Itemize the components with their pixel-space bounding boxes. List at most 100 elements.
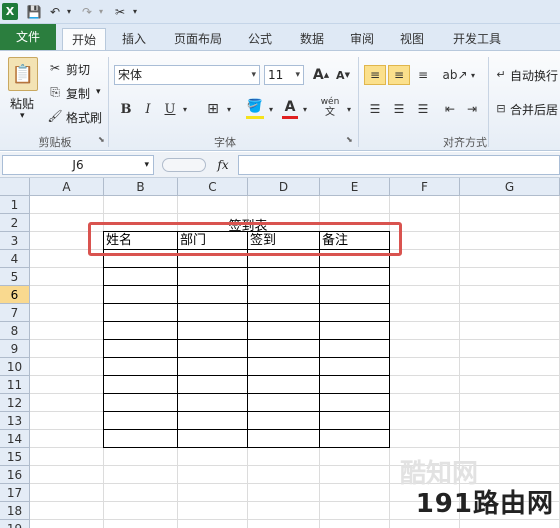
save-icon[interactable]: 💾 — [26, 3, 42, 20]
font-size-value: 11 — [268, 68, 284, 82]
chevron-down-icon[interactable]: ▾ — [144, 156, 149, 174]
row-header-3[interactable]: 3 — [0, 232, 30, 250]
increase-indent-icon[interactable]: ⇥ — [462, 99, 482, 119]
tab-view[interactable]: 视图 — [390, 28, 434, 51]
tab-home[interactable]: 开始 — [62, 28, 106, 52]
align-bottom-icon[interactable]: ≡ — [412, 65, 434, 85]
column-header-g[interactable]: G — [460, 178, 560, 196]
row-header-6[interactable]: 6 — [0, 286, 30, 304]
tools-icon[interactable]: ✂ — [112, 3, 128, 20]
customize-qat-icon[interactable]: ▾ — [130, 3, 140, 20]
copy-button[interactable]: 复制 — [66, 85, 90, 102]
italic-button[interactable]: I — [140, 99, 156, 119]
gridline — [30, 465, 560, 466]
font-color-icon[interactable]: A — [282, 97, 298, 119]
table-border — [103, 231, 104, 448]
table-border — [389, 231, 390, 448]
row-header-4[interactable]: 4 — [0, 250, 30, 268]
undo-dropdown-icon[interactable]: ▾ — [64, 3, 74, 20]
cut-icon: ✂ — [49, 61, 61, 75]
chevron-down-icon: ▾ — [295, 70, 300, 80]
name-box[interactable]: J6 ▾ — [2, 155, 154, 175]
fill-color-dropdown-icon[interactable]: ▾ — [266, 99, 276, 119]
annotation-highlight-box — [88, 222, 402, 256]
cut-button[interactable]: 剪切 — [66, 61, 90, 78]
quick-access-toolbar: X 💾 ↶ ▾ ↷ ▾ ✂ ▾ — [0, 0, 560, 24]
tab-file[interactable]: 文件 — [0, 24, 56, 51]
paste-dropdown-icon[interactable]: ▾ — [20, 111, 25, 121]
row-header-9[interactable]: 9 — [0, 340, 30, 358]
column-header-f[interactable]: F — [390, 178, 460, 196]
formula-input[interactable] — [238, 155, 560, 175]
align-middle-icon[interactable]: ≡ — [388, 65, 410, 85]
phonetic-dropdown-icon[interactable]: ▾ — [344, 99, 354, 119]
column-header-c[interactable]: C — [178, 178, 248, 196]
row-header-7[interactable]: 7 — [0, 304, 30, 322]
redo-icon[interactable]: ↷ — [80, 3, 94, 20]
row-header-13[interactable]: 13 — [0, 412, 30, 430]
row-header-8[interactable]: 8 — [0, 322, 30, 340]
insert-function-icon[interactable]: fx — [210, 155, 236, 175]
wrap-text-button[interactable]: 自动换行 — [510, 67, 558, 84]
table-border — [177, 231, 178, 448]
format-painter-button[interactable]: 格式刷 — [66, 109, 102, 126]
undo-icon[interactable]: ↶ — [48, 3, 62, 20]
phonetic-guide-icon[interactable]: wén 文 — [318, 97, 342, 119]
row-header-15[interactable]: 15 — [0, 448, 30, 466]
row-header-14[interactable]: 14 — [0, 430, 30, 448]
row-header-16[interactable]: 16 — [0, 466, 30, 484]
tab-review[interactable]: 审阅 — [340, 28, 384, 51]
font-color-dropdown-icon[interactable]: ▾ — [300, 99, 310, 119]
column-header-e[interactable]: E — [320, 178, 390, 196]
formula-bar-resize-handle[interactable] — [162, 158, 206, 172]
align-top-icon[interactable]: ≡ — [364, 65, 386, 85]
row-header-5[interactable]: 5 — [0, 268, 30, 286]
font-name-select[interactable]: 宋体 ▾ — [114, 65, 260, 85]
select-all-corner[interactable] — [0, 178, 30, 196]
align-left-icon[interactable]: ☰ — [364, 99, 386, 119]
align-center-icon[interactable]: ☰ — [388, 99, 410, 119]
row-header-17[interactable]: 17 — [0, 484, 30, 502]
font-launcher-icon[interactable]: ⬊ — [346, 135, 353, 144]
row-header-2[interactable]: 2 — [0, 214, 30, 232]
row-header-11[interactable]: 11 — [0, 376, 30, 394]
orientation-icon[interactable]: ab↗ — [442, 65, 467, 85]
tab-insert[interactable]: 插入 — [112, 28, 156, 51]
borders-icon[interactable]: ⊞ — [204, 99, 222, 119]
underline-dropdown-icon[interactable]: ▾ — [180, 99, 190, 119]
tab-developer[interactable]: 开发工具 — [444, 28, 510, 51]
underline-button[interactable]: U — [162, 99, 178, 119]
row-header-1[interactable]: 1 — [0, 196, 30, 214]
borders-dropdown-icon[interactable]: ▾ — [224, 99, 234, 119]
bold-button[interactable]: B — [118, 99, 134, 119]
group-divider — [108, 57, 109, 147]
merge-center-button[interactable]: 合并后居 — [510, 101, 558, 118]
row-header-19[interactable]: 19 — [0, 520, 30, 528]
copy-dropdown-icon[interactable]: ▾ — [96, 87, 101, 97]
tab-page-layout[interactable]: 页面布局 — [166, 28, 230, 51]
decrease-indent-icon[interactable]: ⇤ — [440, 99, 460, 119]
gridline — [30, 213, 560, 214]
paste-button[interactable]: 粘贴 — [10, 95, 34, 112]
column-header-a[interactable]: A — [30, 178, 104, 196]
row-header-10[interactable]: 10 — [0, 358, 30, 376]
clipboard-launcher-icon[interactable]: ⬊ — [98, 135, 105, 144]
tab-formulas[interactable]: 公式 — [238, 28, 282, 51]
row-header-18[interactable]: 18 — [0, 502, 30, 520]
orientation-dropdown-icon[interactable]: ▾ — [468, 65, 478, 85]
tab-data[interactable]: 数据 — [290, 28, 334, 51]
fill-color-icon[interactable]: 🪣 — [246, 97, 264, 119]
row-header-12[interactable]: 12 — [0, 394, 30, 412]
column-header-d[interactable]: D — [248, 178, 320, 196]
copy-icon: ⎘ — [50, 84, 60, 99]
redo-dropdown-icon[interactable]: ▾ — [96, 3, 106, 20]
grow-font-icon[interactable]: A ▲ — [312, 65, 330, 85]
paste-icon[interactable]: 📋 — [8, 57, 38, 91]
group-divider — [358, 57, 359, 147]
column-header-b[interactable]: B — [104, 178, 178, 196]
font-size-select[interactable]: 11 ▾ — [264, 65, 304, 85]
shrink-font-icon[interactable]: A ▼ — [334, 65, 352, 85]
table-border — [319, 231, 320, 448]
align-right-icon[interactable]: ☰ — [412, 99, 434, 119]
wrap-text-icon: ↵ — [496, 67, 506, 81]
